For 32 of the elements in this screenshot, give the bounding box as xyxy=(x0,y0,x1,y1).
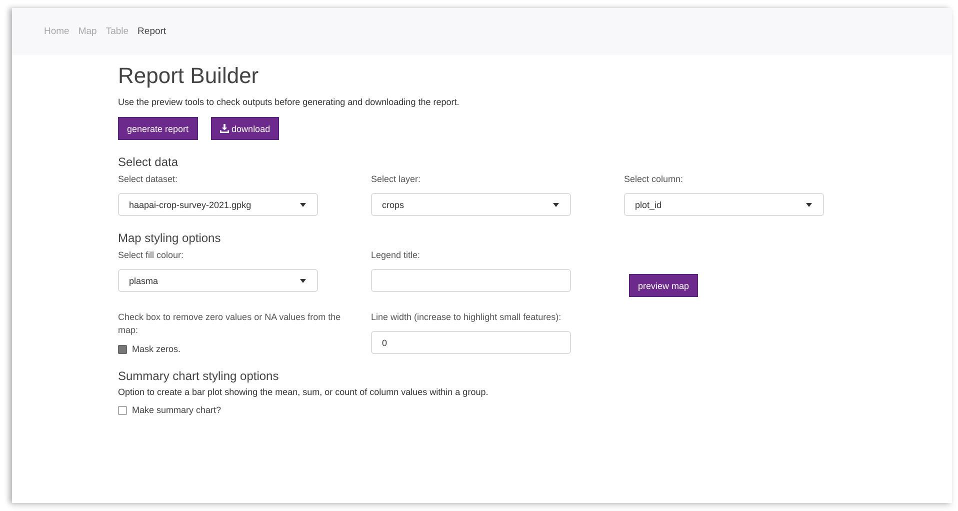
field-label: Select column: xyxy=(624,173,684,186)
field-label: Select dataset: xyxy=(118,173,179,186)
caret-icon xyxy=(553,202,559,207)
checkbox[interactable] xyxy=(118,344,127,354)
download-icon xyxy=(220,124,229,133)
checkbox-label[interactable]: Mask zeros. xyxy=(132,344,181,354)
checkbox[interactable] xyxy=(118,406,127,415)
select-field[interactable]: haapai-crop-survey-2021.gpkg xyxy=(118,193,318,216)
download-button[interactable]: download xyxy=(210,117,280,140)
field-label: Select layer: xyxy=(371,173,422,186)
select-field[interactable]: plot_id xyxy=(624,193,824,216)
section-heading: Map styling options xyxy=(118,231,222,246)
input-field[interactable]: 0 xyxy=(371,331,571,354)
intro-text: Use the preview tools to check outputs before generating and downloading the report. xyxy=(118,97,460,107)
input-field[interactable] xyxy=(371,269,571,292)
field-label: Check box to remove zero values or NA values from the map: xyxy=(118,311,342,338)
caret-icon xyxy=(300,278,306,283)
description-text: Option to create a bar plot showing the mean, sum, or count of column values within a group. xyxy=(118,387,490,398)
section-heading: Summary chart styling options xyxy=(118,369,280,384)
nav-link[interactable]: Report xyxy=(138,26,166,37)
checkbox-label[interactable]: Make summary chart? xyxy=(132,405,222,416)
field-label: Legend title: xyxy=(371,249,422,262)
preview-map-button[interactable]: preview map xyxy=(629,274,698,298)
section-heading: Select data xyxy=(118,155,180,169)
field-label: Line width (increase to highlight small features): xyxy=(371,311,562,324)
select-field[interactable]: plasma xyxy=(118,269,318,292)
select-field[interactable]: crops xyxy=(371,193,571,216)
caret-icon xyxy=(806,202,812,207)
generate-button[interactable]: generate report xyxy=(118,117,198,140)
page-title: Report Builder xyxy=(118,63,260,89)
field-label: Select fill colour: xyxy=(118,249,185,262)
caret-icon xyxy=(300,202,306,207)
